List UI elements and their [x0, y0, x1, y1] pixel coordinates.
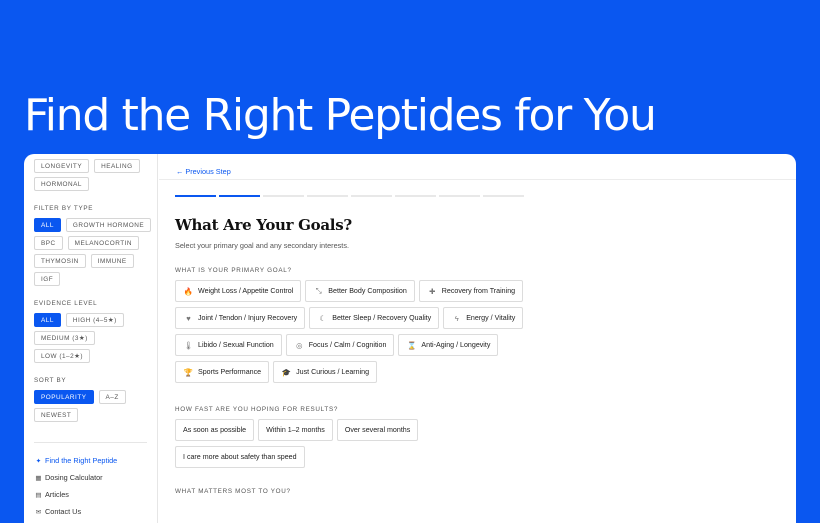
filter-type-chip-igf[interactable]: IGF	[34, 272, 61, 286]
sort-by-label: SORT BY	[34, 377, 67, 384]
filter-type-label: FILTER BY TYPE	[34, 205, 94, 212]
sidebar-item-articles[interactable]: ▤ Articles	[34, 486, 157, 503]
progress-segment	[395, 195, 436, 197]
goal-option-focus-calm-cognition[interactable]: ◎ Focus / Calm / Cognition	[285, 334, 395, 356]
goal-option-label: Better Sleep / Recovery Quality	[332, 314, 432, 322]
sidebar-item-dosing-calculator[interactable]: ▦ Dosing Calculator	[34, 469, 157, 486]
sidebar-item-label: Dosing Calculator	[45, 473, 103, 482]
sidebar-item-find-the-right-peptide[interactable]: ✦ Find the Right Peptide	[34, 452, 157, 469]
goal-option-label: Joint / Tendon / Injury Recovery	[198, 314, 298, 322]
goal-option-label: Recovery from Training	[441, 287, 516, 295]
goal-option-sports-performance[interactable]: 🏆 Sports Performance	[175, 361, 270, 383]
heart-icon: ♥	[186, 313, 191, 323]
goal-option-better-sleep-recovery-quality[interactable]: ☾ Better Sleep / Recovery Quality	[309, 307, 440, 329]
goal-option-better-body-composition[interactable]: ⤡ Better Body Composition	[305, 280, 415, 302]
step-subtitle: Select your primary goal and any seconda…	[175, 241, 349, 250]
tag-chip-longevity[interactable]: LONGEVITY	[34, 159, 90, 173]
filter-type-chip-melanocortin[interactable]: MELANOCORTIN	[67, 236, 140, 250]
speed-option-as-soon-as-possible[interactable]: As soon as possible	[175, 419, 255, 441]
filter-type-chip-growth-hormone[interactable]: GROWTH HORMONE	[65, 218, 152, 232]
sidebar-nav: ✦ Find the Right Peptide ▦ Dosing Calculato…	[34, 452, 157, 520]
sidebar-item-label: Contact Us	[45, 507, 82, 516]
speed-option-i-care-more-about-safety-than-speed[interactable]: I care more about safety than speed	[175, 446, 305, 468]
hero-title: Find the Right Peptides for You	[24, 90, 657, 141]
goal-option-anti-aging-longevity[interactable]: ⌛ Anti-Aging / Longevity	[398, 334, 499, 356]
progress-segment	[219, 195, 260, 197]
filter-type-chip-bpc[interactable]: BPC	[34, 236, 63, 250]
hourglass-icon: ⌛	[407, 340, 417, 350]
sidebar-item-label: Articles	[45, 490, 69, 499]
goal-option-label: Weight Loss / Appetite Control	[198, 287, 294, 295]
previous-step-link[interactable]: ← Previous Step	[176, 167, 231, 176]
primary-goal-label: WHAT IS YOUR PRIMARY GOAL?	[175, 267, 292, 274]
goal-option-libido-sexual-function[interactable]: 🌡 Libido / Sexual Function	[175, 334, 282, 356]
brain-icon: ◎	[295, 340, 303, 350]
step-content: What Are Your Goals? Select your primary…	[175, 216, 786, 495]
sparkle-icon: ✦	[35, 457, 42, 465]
calculator-icon: ▦	[35, 474, 42, 482]
goal-option-label: Libido / Sexual Function	[198, 341, 274, 349]
goal-option-weight-loss-appetite-control[interactable]: 🔥 Weight Loss / Appetite Control	[175, 280, 302, 302]
quiz-panel: LONGEVITY HEALING HORMONAL FILTER BY TYPE …	[24, 154, 796, 523]
bolt-icon: ϟ	[454, 313, 459, 323]
filter-type-chip-all[interactable]: ALL	[34, 218, 61, 232]
moon-icon: ☾	[319, 313, 327, 323]
evidence-chip-high-4-5[interactable]: HIGH (4–5★)	[65, 313, 124, 327]
evidence-chip-all[interactable]: ALL	[34, 313, 61, 327]
goal-option-label: Better Body Composition	[328, 287, 407, 295]
tag-chip-healing[interactable]: HEALING	[94, 159, 140, 173]
speed-option-within-1-2-months[interactable]: Within 1–2 months	[258, 419, 333, 441]
goal-option-label: Just Curious / Learning	[296, 368, 370, 376]
filter-type-chip-thymosin[interactable]: THYMOSIN	[34, 254, 86, 268]
progress-segment	[175, 195, 216, 197]
progress-segment	[439, 195, 480, 197]
goal-option-label: Energy / Vitality	[466, 314, 516, 322]
evidence-chip-low-1-2[interactable]: LOW (1–2★)	[34, 349, 90, 363]
speed-options: As soon as possible Within 1–2 months Over…	[175, 419, 465, 468]
step-title: What Are Your Goals?	[175, 216, 352, 234]
sort-chip-newest[interactable]: NEWEST	[34, 408, 79, 422]
mail-icon: ✉	[35, 508, 42, 516]
sort-by-chips: POPULARITY A–Z NEWEST	[34, 390, 152, 422]
sidebar-item-label: Find the Right Peptide	[45, 456, 118, 465]
top-tags: LONGEVITY HEALING HORMONAL	[34, 159, 152, 191]
evidence-level-label: EVIDENCE LEVEL	[34, 300, 98, 307]
sort-chip-popularity[interactable]: POPULARITY	[34, 390, 94, 404]
goal-option-just-curious-learning[interactable]: 🎓 Just Curious / Learning	[273, 361, 378, 383]
sidebar-divider	[34, 442, 147, 443]
speed-option-over-several-months[interactable]: Over several months	[336, 419, 419, 441]
goal-option-recovery-from-training[interactable]: ✚ Recovery from Training	[418, 280, 524, 302]
flame-icon: 🔥	[183, 286, 194, 296]
progress-segment	[351, 195, 392, 197]
resize-icon: ⤡	[315, 286, 322, 295]
progress-segment	[483, 195, 524, 197]
sidebar: LONGEVITY HEALING HORMONAL FILTER BY TYPE …	[24, 154, 158, 523]
graduation-cap-icon: 🎓	[281, 367, 292, 377]
goal-option-label: Sports Performance	[198, 368, 262, 376]
quiz-main: ← Previous Step What Are Your Goals? Sel…	[159, 154, 796, 523]
goal-option-joint-tendon-injury-recovery[interactable]: ♥ Joint / Tendon / Injury Recovery	[175, 307, 306, 329]
speed-label: HOW FAST ARE YOU HOPING FOR RESULTS?	[175, 406, 339, 413]
goal-option-label: Focus / Calm / Cognition	[308, 341, 387, 349]
tag-chip-hormonal[interactable]: HORMONAL	[34, 177, 89, 191]
matters-label: WHAT MATTERS MOST TO YOU?	[175, 488, 291, 495]
evidence-level-chips: ALL HIGH (4–5★) MEDIUM (3★) LOW (1–2★)	[34, 313, 152, 363]
progress-segment	[307, 195, 348, 197]
bandage-icon: ✚	[429, 286, 436, 296]
article-icon: ▤	[35, 491, 42, 499]
primary-goal-options: 🔥 Weight Loss / Appetite Control ⤡ Better B…	[175, 280, 525, 383]
thermometer-icon: 🌡	[183, 340, 194, 350]
goal-option-energy-vitality[interactable]: ϟ Energy / Vitality	[443, 307, 524, 329]
sidebar-item-contact-us[interactable]: ✉ Contact Us	[34, 503, 157, 520]
evidence-chip-medium-3[interactable]: MEDIUM (3★)	[34, 331, 95, 345]
sort-chip-a-z[interactable]: A–Z	[98, 390, 126, 404]
progress-segment	[263, 195, 304, 197]
goal-option-label: Anti-Aging / Longevity	[421, 341, 491, 349]
filter-type-chip-immune[interactable]: IMMUNE	[90, 254, 134, 268]
step-progress	[175, 195, 524, 197]
step-topbar: ← Previous Step	[159, 154, 796, 180]
trophy-icon: 🏆	[183, 367, 194, 377]
filter-type-chips: ALL GROWTH HORMONE BPC MELANOCORTIN THYMOSIN…	[34, 218, 152, 286]
